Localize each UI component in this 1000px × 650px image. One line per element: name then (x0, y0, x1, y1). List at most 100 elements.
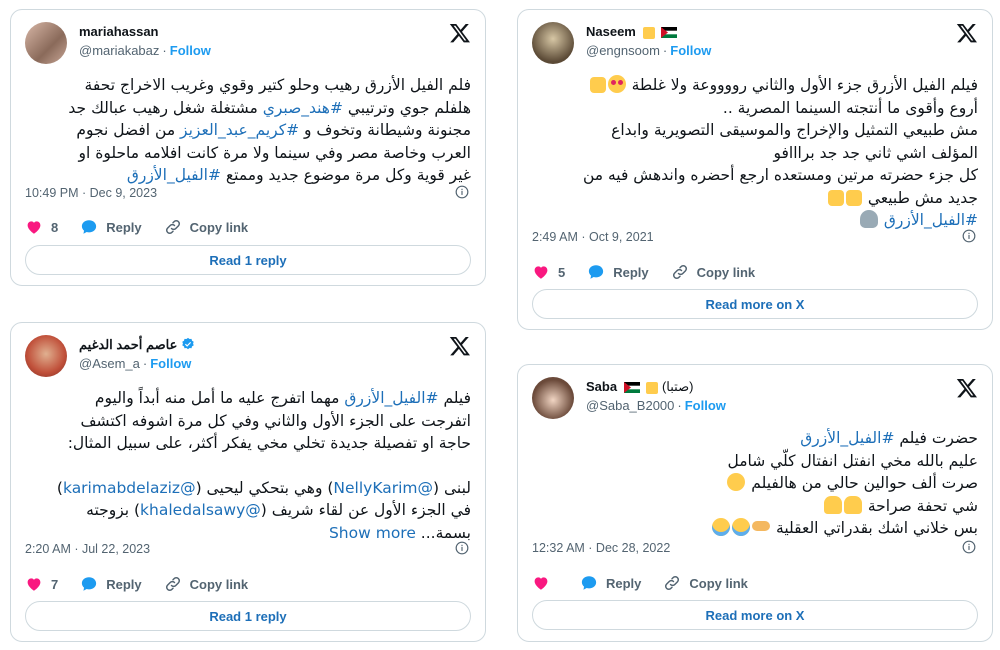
like-button[interactable]: 7 (25, 575, 58, 593)
tweet-line (25, 455, 471, 477)
link-icon (663, 574, 681, 592)
tweet-line: بس خلاني اشك بقدراتي العقلية (532, 517, 978, 540)
display-name[interactable]: mariahassan (79, 24, 159, 39)
tweet-line: المؤلف اشي ثاني جد جد برااافو (773, 143, 978, 162)
copy-link-button[interactable]: Copy link (663, 574, 748, 592)
heart-eyes-icon (607, 75, 626, 93)
hashtag-link[interactable]: Show more (329, 524, 416, 542)
handle[interactable]: @Saba_B2000 (586, 398, 674, 413)
x-logo-icon[interactable] (956, 377, 978, 399)
reply-icon (580, 574, 598, 592)
info-icon[interactable] (962, 229, 976, 243)
tweet-line: أروع وأقوى ما أنتجته السينما المصرية .. (722, 98, 978, 117)
reply-icon (587, 263, 605, 281)
read-replies-button[interactable]: Read 1 reply (25, 601, 471, 631)
hashtag-link[interactable]: #الفيل_الأزرق (884, 211, 978, 229)
copy-link-label: Copy link (189, 219, 249, 235)
heart-icon (25, 218, 43, 236)
avatar[interactable] (25, 22, 67, 64)
avatar[interactable] (532, 22, 574, 64)
like-count: 7 (51, 576, 59, 592)
avatar[interactable] (25, 335, 67, 377)
reply-label: Reply (106, 576, 142, 592)
tweet-text: فيلم #الفيل_الأزرق مهما اتفرج عليه ما أم… (25, 387, 471, 544)
tweet-line: حضرت فيلم #الفيل_الأزرق (800, 429, 978, 447)
link-icon (164, 218, 182, 236)
tweet-line: جديد مش طبيعي (532, 187, 978, 210)
link-icon (671, 263, 689, 281)
heart-icon (25, 575, 43, 593)
hashtag-link[interactable]: #الفيل_الأزرق (344, 389, 438, 407)
like-button[interactable]: 5 (532, 263, 565, 281)
reply-button[interactable]: Reply (80, 218, 142, 236)
hashtag-link[interactable]: @khaledalsawy (140, 501, 261, 519)
read-more-button[interactable]: Read more on X (532, 289, 978, 319)
reply-label: Reply (106, 219, 142, 235)
hashtag-link[interactable]: @NellyKarim (333, 479, 433, 497)
reply-button[interactable]: Reply (587, 263, 649, 281)
x-logo-icon[interactable] (956, 22, 978, 44)
tweet-line: اتفرجت على الجزء الأول والثاني وفي كل مر… (80, 411, 471, 430)
copy-link-button[interactable]: Copy link (164, 575, 248, 593)
info-icon[interactable] (455, 185, 469, 199)
tweet-line: غير قوية وكل مرة موضوع جديد وممتع #الفيل… (126, 166, 471, 184)
x-logo-icon[interactable] (449, 22, 471, 44)
tweet-line: حاجة او تفصيلة جديدة تخلي مخي يفكر أكثر،… (67, 434, 471, 452)
display-name[interactable]: عاصم أحمد الدغيم (79, 337, 177, 352)
info-icon[interactable] (455, 541, 469, 555)
smile-icon (727, 473, 746, 491)
clap-icon (823, 495, 842, 514)
hashtag-link[interactable]: #الفيل_الأزرق (884, 211, 978, 229)
thumbs-up-icon (845, 189, 862, 206)
handle-row: @mariakabaz · Follow (79, 43, 211, 58)
display-name[interactable]: Naseem (586, 24, 636, 39)
follow-button[interactable]: Follow (150, 356, 191, 371)
read-more-button[interactable]: Read more on X (532, 600, 978, 630)
jordan-flag-icon (623, 382, 640, 394)
copy-link-button[interactable]: Copy link (164, 218, 249, 236)
thumbs-up-icon (589, 77, 606, 93)
action-bar: 7 Reply Copy link (25, 572, 270, 596)
follow-button[interactable]: Follow (170, 43, 211, 58)
handle[interactable]: @mariakabaz (79, 43, 159, 58)
follow-button[interactable]: Follow (670, 43, 711, 58)
avatar[interactable] (532, 377, 574, 419)
hashtag-link[interactable]: #كريم_عبد_العزيز (180, 121, 299, 139)
copy-link-label: Copy link (696, 264, 756, 280)
tweet-text: فيلم الفيل الأزرق جزء الأول والثاني رووو… (532, 74, 978, 232)
like-button[interactable]: 8 (25, 218, 58, 236)
hashtag-link[interactable]: #هند_صبري (263, 99, 343, 117)
joy-icon (732, 518, 751, 536)
tweet-card-saba: Saba (صتبا) @Saba_B2000 · Follow حضرت فيلم… (517, 364, 993, 642)
hashtag-link[interactable]: #الفيل_الأزرق (800, 429, 894, 447)
tweet-card-mariahassan: mariahassan @mariakabaz · Follow فلم الفيل… (10, 9, 486, 286)
display-name[interactable]: Saba (586, 379, 617, 394)
tweet-line: شي تحفة صراحة (532, 495, 978, 518)
x-logo-icon[interactable] (449, 335, 471, 357)
action-bar: 8 Reply Copy link (25, 215, 270, 239)
tweet-line: هلفلم جوي وترتيبي #هند_صبري مشتغلة شغل ر… (68, 98, 471, 117)
handle-row: @Saba_B2000 · Follow (586, 398, 726, 413)
timestamp[interactable]: 2:49 AM · Oct 9, 2021 (532, 230, 654, 244)
tweet-line: عليم بالله مخي انفتل انفتال كلّي شامل (727, 451, 978, 470)
reply-button[interactable]: Reply (580, 574, 641, 592)
like-button[interactable] (532, 574, 558, 592)
follow-button[interactable]: Follow (685, 398, 726, 413)
hashtag-link[interactable]: @karimabdelaziz (63, 479, 196, 497)
reply-icon (80, 575, 98, 593)
timestamp[interactable]: 2:20 AM · Jul 22, 2023 (25, 542, 150, 556)
handle[interactable]: @engnsoom (586, 43, 660, 58)
display-name-row: عاصم أحمد الدغيم (79, 337, 195, 353)
elephant-icon (859, 210, 878, 228)
handle[interactable]: @Asem_a (79, 356, 140, 371)
timestamp[interactable]: 12:32 AM · Dec 28, 2022 (532, 541, 670, 555)
timestamp[interactable]: 10:49 PM · Dec 9, 2023 (25, 186, 157, 200)
crown-icon (642, 26, 655, 39)
copy-link-button[interactable]: Copy link (671, 263, 756, 281)
verified-badge-icon (181, 337, 195, 351)
read-replies-button[interactable]: Read 1 reply (25, 245, 471, 275)
info-icon[interactable] (962, 540, 976, 554)
reply-button[interactable]: Reply (80, 575, 142, 593)
tweet-line: فيلم الفيل الأزرق جزء الأول والثاني رووو… (532, 74, 978, 97)
hashtag-link[interactable]: #الفيل_الأزرق (127, 166, 221, 184)
